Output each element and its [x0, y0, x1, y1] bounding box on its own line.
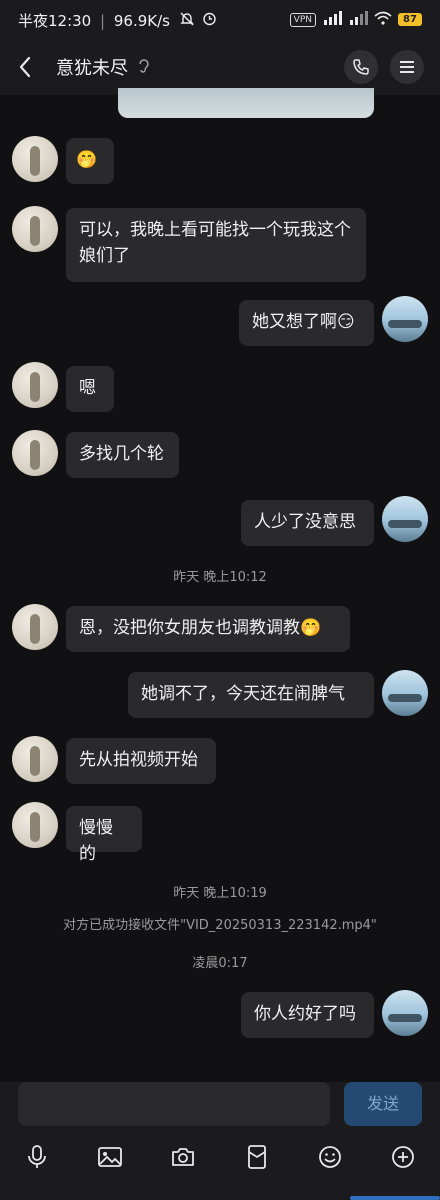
message-bubble[interactable]: 先从拍视频开始: [66, 738, 216, 784]
contact-avatar[interactable]: [12, 206, 58, 252]
message-bubble[interactable]: 你人约好了吗: [241, 992, 374, 1038]
message-bubble[interactable]: 恩，没把你女朋友也调教调教🤭: [66, 606, 350, 652]
chevron-left-icon: [19, 56, 31, 78]
image-message-partial[interactable]: [118, 88, 374, 118]
call-button[interactable]: [344, 50, 378, 84]
message-bubble[interactable]: 多找几个轮: [66, 432, 179, 478]
signal-icon-2: [348, 10, 368, 29]
timestamp: 凌晨0:17: [192, 956, 248, 971]
status-time: 半夜12:30: [18, 12, 92, 30]
message-bubble[interactable]: 可以，我晚上看可能找一个玩我这个娘们了: [66, 208, 366, 282]
mute-icon: [179, 12, 200, 30]
message-bubble[interactable]: 她调不了，今天还在闹脾气: [128, 672, 374, 718]
file-received-notice: 对方已成功接收文件"VID_20250313_223142.mp4": [63, 918, 377, 933]
mic-icon[interactable]: [20, 1140, 54, 1174]
chat-title[interactable]: 意犹未尽: [56, 54, 150, 80]
contact-avatar[interactable]: [12, 362, 58, 408]
my-avatar[interactable]: [382, 496, 428, 542]
image-icon[interactable]: [93, 1140, 127, 1174]
status-bar: 半夜12:30 | 96.9K/s VPN 87: [0, 0, 440, 40]
signal-icon: [322, 10, 342, 29]
menu-button[interactable]: [390, 50, 424, 84]
contact-avatar[interactable]: [12, 736, 58, 782]
message-bubble[interactable]: 慢慢的: [66, 806, 142, 864]
message-bubble[interactable]: 人少了没意思: [241, 500, 374, 546]
message-input[interactable]: [18, 1082, 330, 1126]
camera-icon[interactable]: [166, 1140, 200, 1174]
message-bubble[interactable]: 嗯: [66, 366, 114, 412]
timestamp: 昨天 晚上10:12: [173, 570, 267, 585]
my-avatar[interactable]: [382, 990, 428, 1036]
back-button[interactable]: [12, 52, 40, 82]
my-avatar[interactable]: [382, 670, 428, 716]
my-avatar[interactable]: [382, 296, 428, 342]
status-time-and-speed: 半夜12:30 | 96.9K/s: [18, 10, 217, 31]
plus-icon[interactable]: [386, 1140, 420, 1174]
contact-avatar[interactable]: [12, 604, 58, 650]
red-packet-icon[interactable]: [240, 1140, 274, 1174]
status-icons: VPN 87: [289, 10, 422, 29]
contact-name: 意犹未尽: [56, 58, 128, 79]
input-bar: 发送: [0, 1082, 440, 1200]
alarm-icon: [202, 12, 217, 30]
contact-avatar[interactable]: [12, 802, 58, 848]
message-bubble[interactable]: 🤭: [66, 138, 114, 184]
home-indicator: [350, 1196, 440, 1200]
wifi-icon: [374, 10, 392, 29]
toolbar: [0, 1140, 440, 1174]
phone-icon: [353, 59, 369, 75]
vpn-badge: VPN: [289, 12, 316, 27]
contact-avatar[interactable]: [12, 136, 58, 182]
send-button[interactable]: 发送: [344, 1082, 422, 1126]
battery-icon: 87: [398, 13, 422, 26]
chat-header: 意犹未尽: [0, 40, 440, 95]
emoji-icon[interactable]: [313, 1140, 347, 1174]
menu-icon: [400, 61, 414, 73]
message-bubble[interactable]: 她又想了啊😏: [239, 300, 374, 346]
timestamp: 昨天 晚上10:19: [173, 886, 267, 901]
ear-icon: [134, 59, 150, 78]
status-speed: 96.9K/s: [113, 12, 170, 30]
contact-avatar[interactable]: [12, 430, 58, 476]
